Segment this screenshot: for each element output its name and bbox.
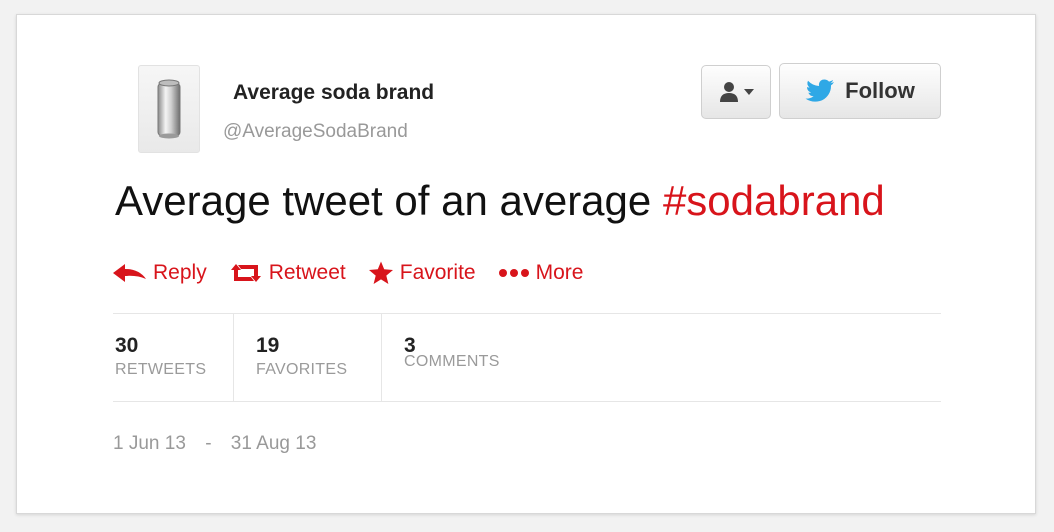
avatar[interactable]	[138, 65, 200, 153]
reply-button[interactable]: Reply	[113, 261, 207, 285]
tweet-actions: Reply Retweet Favorite More	[113, 261, 605, 285]
stat-count: 19	[256, 334, 280, 357]
more-button[interactable]: More	[498, 261, 584, 285]
favorite-button[interactable]: Favorite	[368, 261, 476, 285]
stats-divider-bottom	[113, 401, 941, 402]
retweet-label: Retweet	[268, 261, 346, 284]
tweet-stats: 30 RETWEETS 19 FAVORITES 3 COMMENTS	[113, 313, 551, 401]
more-dots-icon	[498, 269, 529, 277]
twitter-bird-icon	[805, 79, 835, 102]
account-name[interactable]: Average soda brand	[233, 81, 434, 105]
tweet-body: Average tweet of an average	[115, 177, 663, 224]
stat-label: RETWEETS	[115, 361, 207, 378]
more-label: More	[535, 261, 584, 284]
tweet-text: Average tweet of an average #sodabrand	[115, 177, 885, 225]
date-separator: -	[205, 433, 212, 454]
retweet-button[interactable]: Retweet	[229, 261, 346, 285]
user-dropdown-icon	[720, 82, 738, 102]
tweet-card: Average soda brand @AverageSodaBrand Fol…	[16, 14, 1036, 514]
account-handle[interactable]: @AverageSodaBrand	[223, 121, 408, 143]
chevron-down-icon	[744, 89, 754, 95]
retweet-icon	[230, 264, 261, 282]
follow-label: Follow	[845, 78, 915, 103]
stat-comments[interactable]: 3 COMMENTS	[381, 313, 551, 401]
date-start: 1 Jun 13	[113, 433, 186, 454]
hashtag-link[interactable]: #sodabrand	[663, 177, 885, 224]
user-actions-button[interactable]	[701, 65, 771, 119]
stat-retweets[interactable]: 30 RETWEETS	[113, 313, 233, 401]
stat-favorites[interactable]: 19 FAVORITES	[233, 313, 381, 401]
reply-label: Reply	[153, 261, 207, 284]
follow-button[interactable]: Follow	[779, 63, 941, 119]
date-range: 1 Jun 13 - 31 Aug 13	[113, 433, 316, 455]
star-icon	[368, 261, 393, 284]
reply-arrow-icon	[113, 264, 146, 282]
stat-count: 30	[115, 334, 139, 357]
stat-label: FAVORITES	[256, 361, 348, 378]
stat-label: COMMENTS	[404, 353, 500, 370]
soda-can-icon	[157, 79, 181, 139]
date-end: 31 Aug 13	[230, 433, 317, 454]
favorite-label: Favorite	[399, 261, 476, 284]
